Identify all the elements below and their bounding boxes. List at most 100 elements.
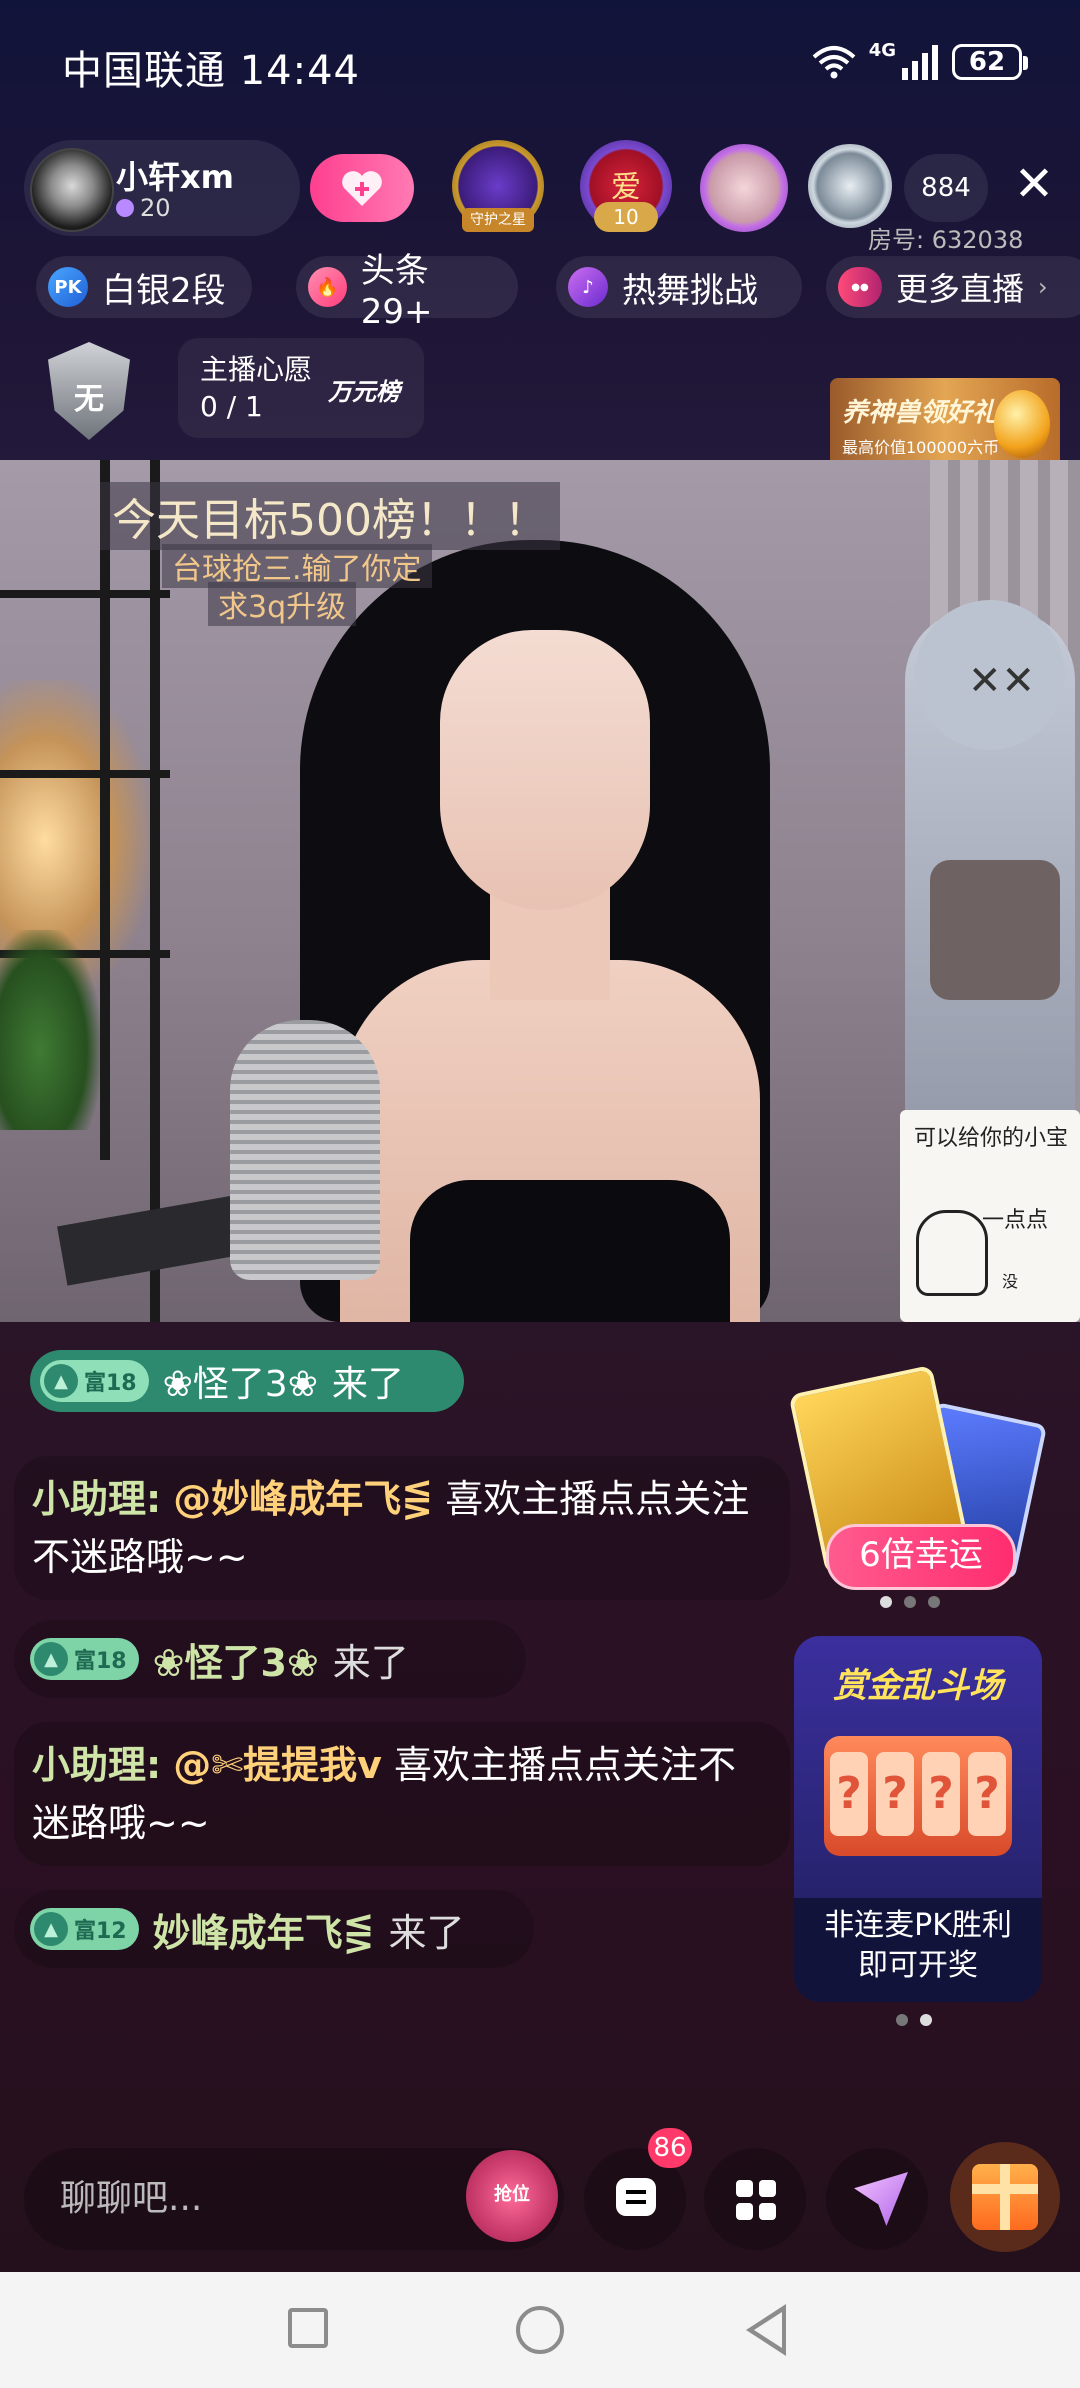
slot-reel: ?: [922, 1752, 960, 1836]
tag-dance-challenge[interactable]: ♪ 热舞挑战: [556, 256, 802, 318]
host-avatar[interactable]: [30, 148, 114, 232]
network-type: 4G: [868, 40, 896, 61]
paper-crane-icon: [854, 2172, 908, 2226]
live-video[interactable]: ✕✕ 今天目标500榜！！！ 台球抢三.输了你定 求3q升级 可以给你的小宝 一…: [0, 460, 1080, 1322]
wish-title: 主播心愿: [200, 353, 313, 386]
promo-pager-2: [896, 2014, 932, 2026]
mention[interactable]: @妙峰成年飞⋚: [173, 1477, 433, 1521]
beast-gift-banner[interactable]: 养神兽领好礼 最高价值100000六币: [830, 378, 1060, 470]
room-number-value: 632038: [931, 226, 1024, 254]
gift-icon: [972, 2164, 1038, 2230]
flame-icon: 🔥: [308, 267, 347, 307]
rank-shield-char: 无: [74, 382, 104, 417]
grab-seat-label: 抢位: [494, 2184, 530, 2205]
cat-sticker: 可以给你的小宝 一点点 没: [900, 1110, 1080, 1322]
arena-title: 赏金乱斗场: [833, 1666, 1003, 1706]
tag-headline[interactable]: 🔥 头条29+: [296, 251, 518, 332]
tag-headline-label: 头条29+: [360, 250, 433, 332]
arena-description: 非连麦PK胜利 即可开奖: [794, 1898, 1042, 2002]
figure-eyes: ✕✕: [968, 658, 1036, 704]
back-icon[interactable]: [746, 2304, 786, 2356]
status-icons: 4G 62: [811, 40, 1028, 84]
unread-badge: 86: [648, 2128, 692, 2168]
fan-club-char: 爱: [611, 170, 641, 205]
close-icon[interactable]: ✕: [1012, 160, 1056, 208]
host-info[interactable]: 小轩xm 20: [24, 140, 300, 236]
join-action: 来了: [388, 1910, 465, 1955]
carrier-time: 中国联通 14:44: [62, 38, 360, 96]
heart-plus-icon: [342, 171, 382, 206]
gift-banner-title: 养神兽领好礼: [842, 398, 999, 428]
music-icon: ♪: [568, 267, 608, 307]
gift-button[interactable]: [950, 2142, 1060, 2252]
pager-dot: [928, 1596, 940, 1608]
host-level-value: 20: [140, 194, 171, 222]
plant: [0, 930, 100, 1130]
join-user-name[interactable]: ❀怪了3❀: [153, 1632, 319, 1687]
viewer-count[interactable]: 884: [904, 154, 988, 222]
bounty-arena-card[interactable]: 赏金乱斗场 ? ? ? ? 非连麦PK胜利 即可开奖: [794, 1636, 1042, 2002]
top-viewer-avatar-2[interactable]: [808, 144, 892, 228]
grid-cell: [736, 2203, 753, 2220]
battery-level: 62: [968, 47, 1006, 77]
guard-label: 守护之星: [462, 208, 534, 232]
tag-more-live-label: 更多直播: [896, 270, 1025, 308]
grid-cell: [759, 2203, 776, 2220]
top-viewer-avatar-1[interactable]: [700, 144, 788, 232]
join-user-name[interactable]: 妙峰成年飞⋚: [153, 1902, 375, 1957]
wealth-tier-icon: ▲: [34, 1912, 68, 1946]
pager-dot: [896, 2014, 908, 2026]
room-label: 房号:: [868, 226, 925, 254]
wealth-badge-label: 富12: [74, 1919, 127, 1944]
wealth-tier-icon: ▲: [44, 1364, 78, 1398]
signal-icon: [902, 45, 938, 80]
chat-bubble-icon: [616, 2178, 656, 2216]
chat-message[interactable]: 小助理: @✄提提我v 喜欢主播点点关注不迷路哦~~: [14, 1722, 790, 1866]
wish-rank: 万元榜: [328, 378, 400, 406]
wish-progress: 0 / 1: [200, 390, 263, 423]
overlay-goal: 今天目标500榜！！！: [100, 482, 560, 550]
join-user-name[interactable]: ❀怪了3❀: [163, 1355, 318, 1407]
tag-pk-rank[interactable]: PK 白银2段: [36, 256, 252, 318]
slot-reel: ?: [968, 1752, 1006, 1836]
status-bar: 中国联通 14:44 4G 62: [0, 0, 1080, 130]
lucky-multiplier-button[interactable]: 6倍幸运: [826, 1524, 1016, 1590]
streamer-face: [440, 630, 650, 910]
grid-cell: [736, 2180, 753, 2197]
share-button[interactable]: [826, 2148, 928, 2250]
microphone: [230, 1020, 380, 1280]
wealth-badge-label: 富18: [74, 1649, 127, 1674]
recent-apps-icon[interactable]: [288, 2308, 328, 2348]
wealth-badge: ▲ 富18: [40, 1360, 149, 1402]
level-icon: [116, 199, 134, 217]
pk-icon: PK: [48, 267, 88, 307]
join-action: 来了: [332, 1640, 409, 1685]
host-wish[interactable]: 主播心愿 0 / 1 万元榜: [178, 338, 424, 438]
join-action: 来了: [331, 1364, 404, 1405]
slot-machine-icon: ? ? ? ?: [824, 1736, 1012, 1856]
sticker-text-top: 可以给你的小宝: [914, 1126, 1069, 1151]
wealth-tier-icon: ▲: [34, 1642, 68, 1676]
wealth-badge: ▲ 富12: [30, 1908, 139, 1950]
more-apps-button[interactable]: [704, 2148, 806, 2250]
sender-name[interactable]: 小助理:: [32, 1477, 161, 1521]
grid-icon: [736, 2180, 776, 2220]
arena-line-2: 即可开奖: [858, 1948, 978, 1983]
clock: 14:44: [239, 48, 360, 94]
system-nav-bar: [0, 2272, 1080, 2388]
chat-join-message[interactable]: ▲ 富18 ❀怪了3❀ 来了: [14, 1620, 526, 1698]
battery-icon: 62: [952, 44, 1028, 80]
ladder-rail: [100, 460, 110, 1160]
pager-dot: [880, 1596, 892, 1608]
mention[interactable]: @✄提提我v: [173, 1743, 382, 1787]
chat-join-message[interactable]: ▲ 富12 妙峰成年飞⋚ 来了: [14, 1890, 534, 1968]
host-level: 20: [116, 194, 171, 222]
chat-message[interactable]: 小助理: @妙峰成年飞⋚ 喜欢主播点点关注不迷路哦~~: [14, 1456, 790, 1600]
grab-seat-button[interactable]: 抢位: [466, 2150, 558, 2242]
follow-button[interactable]: [310, 154, 414, 222]
sticker-text-mid: 一点点: [982, 1208, 1049, 1233]
home-icon[interactable]: [516, 2306, 564, 2354]
ladder-rung: [0, 770, 170, 778]
sender-name[interactable]: 小助理:: [32, 1743, 161, 1787]
tag-more-live[interactable]: ●● 更多直播 ›: [826, 256, 1080, 318]
